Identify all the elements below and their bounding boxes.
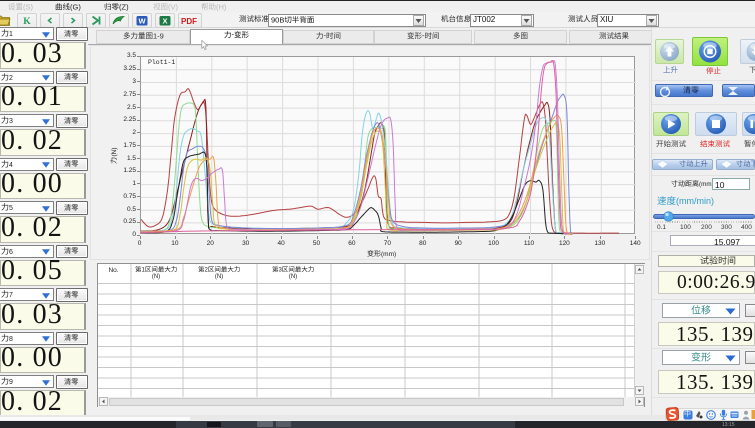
svg-text:PDF: PDF <box>181 17 197 26</box>
svg-text:(S): (S) <box>23 3 34 11</box>
svg-text:7: 7 <box>9 292 13 299</box>
svg-text:1-9: 1-9 <box>153 32 164 40</box>
svg-text:(mm): (mm) <box>381 251 396 258</box>
svg-text:(mm/min): (mm/min) <box>676 196 714 206</box>
svg-text:5: 5 <box>9 205 13 212</box>
svg-text:1: 1 <box>9 31 13 38</box>
svg-text:3: 3 <box>9 118 13 125</box>
svg-text:(Z): (Z) <box>119 3 129 11</box>
svg-text:(V): (V) <box>168 3 179 11</box>
svg-text:W: W <box>138 16 146 25</box>
svg-text:3: 3 <box>278 268 282 274</box>
svg-text:(N): (N) <box>111 147 118 156</box>
svg-text:9: 9 <box>9 379 13 386</box>
svg-text:X: X <box>162 16 167 25</box>
svg-text:-: - <box>422 32 425 39</box>
svg-text:(G): (G) <box>70 3 81 11</box>
svg-text:(H): (H) <box>216 3 227 11</box>
svg-text:K: K <box>23 17 31 27</box>
svg-text:1: 1 <box>141 268 145 274</box>
svg-text:-: - <box>232 31 235 38</box>
svg-text:90B: 90B <box>271 16 284 24</box>
svg-text:2: 2 <box>204 268 208 274</box>
svg-text:-: - <box>324 32 327 39</box>
